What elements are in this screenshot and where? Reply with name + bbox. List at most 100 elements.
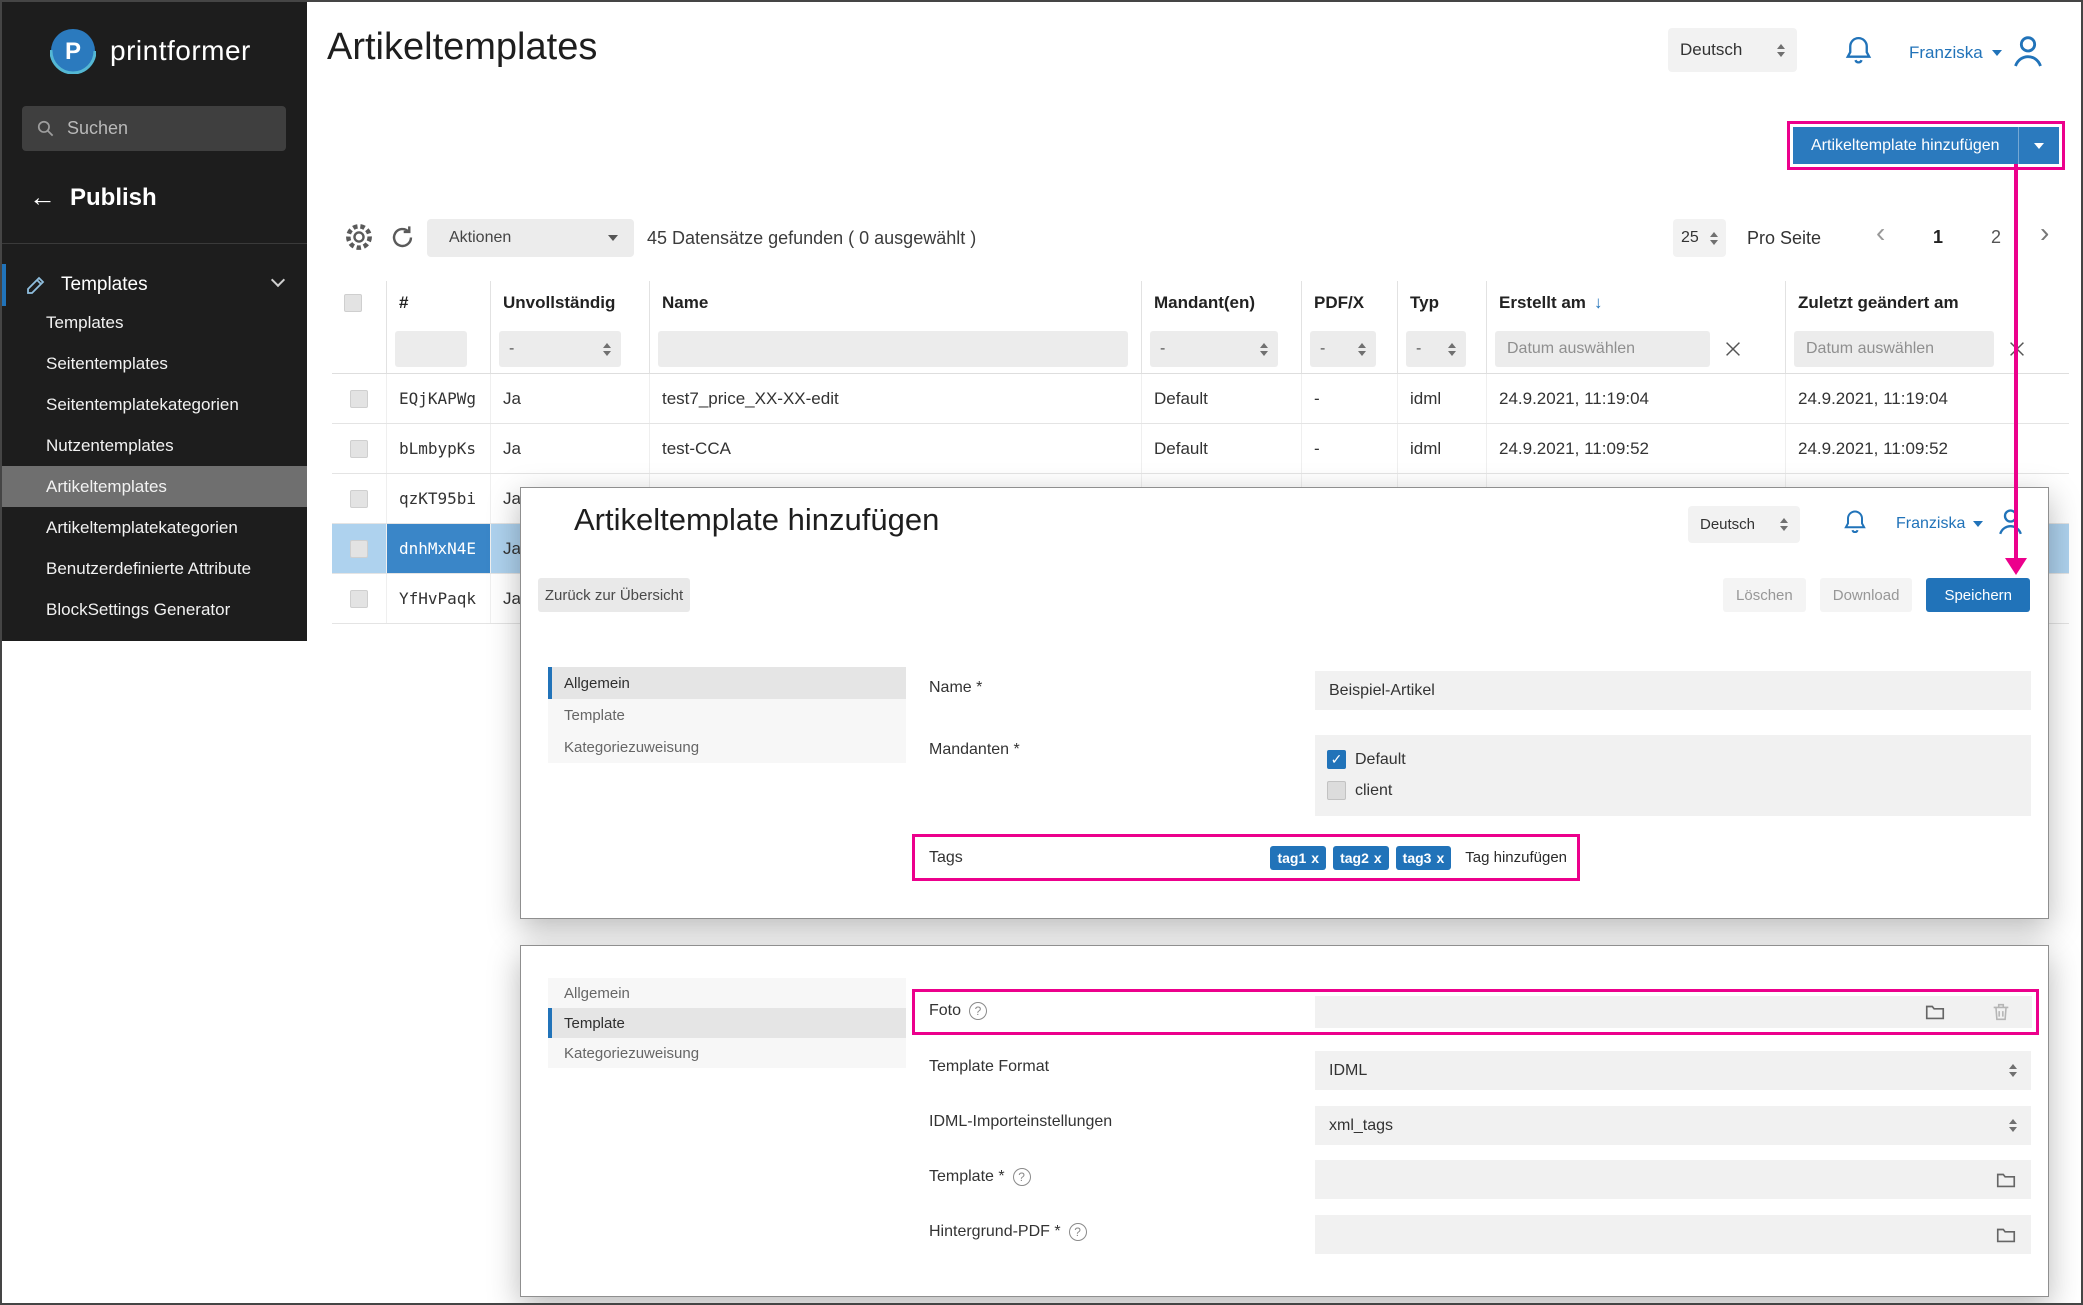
sidebar-back-publish[interactable]: ← Publish	[29, 182, 157, 213]
filter-name-input[interactable]	[658, 331, 1128, 367]
refresh-icon[interactable]	[388, 223, 417, 252]
sidebar-item-blocksettings-generator[interactable]: BlockSettings Generator	[2, 589, 307, 630]
dialog-action-buttons: Löschen Download Speichern	[1723, 578, 2030, 612]
row-checkbox[interactable]	[350, 490, 368, 508]
filter-created-date-input[interactable]: Datum auswählen	[1495, 331, 1710, 367]
help-icon[interactable]: ?	[969, 1002, 987, 1020]
remove-tag-icon[interactable]: x	[1436, 850, 1444, 866]
name-input[interactable]: Beispiel-Artikel	[1315, 671, 2031, 710]
nav-template[interactable]: Template	[548, 699, 906, 731]
sidebar-item-artikeltemplates[interactable]: Artikeltemplates	[2, 466, 307, 507]
caret-down-icon	[1992, 50, 2002, 56]
sidebar-item-seitentemplatekategorien[interactable]: Seitentemplatekategorien	[2, 384, 307, 425]
delete-button[interactable]: Löschen	[1723, 578, 1806, 612]
remove-tag-icon[interactable]: x	[1374, 850, 1382, 866]
clear-date-icon[interactable]	[1722, 338, 1744, 360]
table-row[interactable]: bLmbypKs Ja test-CCA Default - idml 24.9…	[332, 424, 2069, 474]
row-checkbox[interactable]	[350, 440, 368, 458]
row-checkbox[interactable]	[350, 540, 368, 558]
row-id: qzKT95bi	[387, 474, 491, 523]
notifications-bell-icon[interactable]	[1841, 508, 1869, 536]
help-icon[interactable]: ?	[1013, 1168, 1031, 1186]
template-format-label: Template Format	[929, 1058, 1049, 1076]
user-menu[interactable]: Franziska	[1909, 43, 2002, 63]
language-select[interactable]: Deutsch	[1688, 506, 1800, 543]
filter-pdfx-select[interactable]: -	[1310, 331, 1376, 367]
checkbox-checked-icon[interactable]: ✓	[1327, 750, 1346, 769]
tag-chip[interactable]: tag1x	[1270, 846, 1326, 870]
checkbox-unchecked-icon[interactable]	[1327, 781, 1346, 800]
row-id: bLmbypKs	[387, 424, 491, 473]
sidebar-item-benutzerdefinierte-attribute[interactable]: Benutzerdefinierte Attribute	[2, 548, 307, 589]
col-unvollstaendig[interactable]: Unvollständig	[491, 281, 650, 325]
language-select[interactable]: Deutsch	[1668, 28, 1797, 72]
sidebar: P printformer Suchen ← Publish Templates…	[2, 2, 307, 641]
nav-allgemein[interactable]: Allgemein	[548, 978, 906, 1008]
filter-typ-select[interactable]: -	[1406, 331, 1466, 367]
per-page-select[interactable]: 25	[1673, 219, 1726, 257]
folder-icon[interactable]	[1995, 1224, 2017, 1246]
row-checkbox[interactable]	[350, 390, 368, 408]
select-all-checkbox[interactable]	[344, 294, 362, 312]
tag-chip[interactable]: tag2x	[1333, 846, 1389, 870]
caret-down-icon	[608, 235, 618, 241]
nav-kategoriezuweisung[interactable]: Kategoriezuweisung	[548, 731, 906, 763]
col-erstellt-am[interactable]: Erstellt am ↓	[1487, 281, 1786, 325]
sidebar-item-nutzentemplates[interactable]: Nutzentemplates	[2, 425, 307, 466]
sidebar-item-seitentemplates[interactable]: Seitentemplates	[2, 343, 307, 384]
col-mandant[interactable]: Mandant(en)	[1142, 281, 1302, 325]
col-pdfx[interactable]: PDF/X	[1302, 281, 1398, 325]
nav-template[interactable]: Template	[548, 1008, 906, 1038]
pagination-prev-icon[interactable]: ‹	[1876, 217, 1885, 249]
add-tag-button[interactable]: Tag hinzufügen	[1465, 849, 1567, 866]
download-button[interactable]: Download	[1820, 578, 1913, 612]
search-input[interactable]: Suchen	[22, 106, 286, 151]
hintergrund-pdf-input[interactable]	[1315, 1215, 2031, 1254]
trash-icon[interactable]	[1990, 1001, 2012, 1023]
filter-mandant-select[interactable]: -	[1150, 331, 1278, 367]
col-name[interactable]: Name	[650, 281, 1142, 325]
save-button[interactable]: Speichern	[1926, 578, 2030, 612]
pagination-page-2[interactable]: 2	[1991, 227, 2001, 248]
annotation-arrow-line	[2014, 164, 2018, 558]
actions-dropdown[interactable]: Aktionen	[427, 219, 634, 257]
mandant-option-client[interactable]: client	[1327, 775, 2019, 806]
sort-desc-icon[interactable]: ↓	[1594, 293, 1603, 313]
folder-icon[interactable]	[1995, 1169, 2017, 1191]
col-typ[interactable]: Typ	[1398, 281, 1487, 325]
col-zuletzt-geaendert[interactable]: Zuletzt geändert am	[1786, 281, 2069, 325]
foto-upload-input[interactable]	[1315, 996, 2032, 1028]
remove-tag-icon[interactable]: x	[1311, 850, 1319, 866]
table-row[interactable]: EQjKAPWg Ja test7_price_XX-XX-edit Defau…	[332, 374, 2069, 424]
row-checkbox[interactable]	[350, 590, 368, 608]
template-file-input[interactable]	[1315, 1160, 2031, 1199]
user-menu[interactable]: Franziska	[1896, 515, 1983, 533]
pagination-next-icon[interactable]: ›	[2040, 217, 2049, 249]
sidebar-item-templates[interactable]: Templates	[2, 302, 307, 343]
nav-allgemein[interactable]: Allgemein	[548, 667, 906, 699]
sidebar-item-artikeltemplatekategorien[interactable]: Artikeltemplatekategorien	[2, 507, 307, 548]
add-artikeltemplate-button[interactable]: Artikeltemplate hinzufügen	[1793, 127, 2059, 164]
help-icon[interactable]: ?	[1069, 1223, 1087, 1241]
button-dropdown-toggle[interactable]	[2019, 143, 2059, 149]
tag-chip[interactable]: tag3x	[1396, 846, 1452, 870]
col-id[interactable]: #	[387, 281, 491, 325]
header-checkbox-cell	[332, 281, 387, 325]
user-avatar-icon[interactable]	[2008, 31, 2048, 71]
user-avatar-icon[interactable]	[1994, 505, 2027, 538]
settings-gear-icon[interactable]	[343, 221, 375, 253]
idml-import-select[interactable]: xml_tags	[1315, 1106, 2031, 1145]
filter-unvollstaendig-select[interactable]: -	[499, 331, 621, 367]
folder-icon[interactable]	[1924, 1001, 1946, 1023]
back-to-overview-button[interactable]: Zurück zur Übersicht	[538, 578, 690, 612]
template-format-select[interactable]: IDML	[1315, 1051, 2031, 1090]
pagination-page-1[interactable]: 1	[1933, 227, 1943, 248]
filter-id-input[interactable]	[395, 331, 467, 367]
mandant-option-default[interactable]: ✓ Default	[1327, 744, 2019, 775]
nav-kategoriezuweisung[interactable]: Kategoriezuweisung	[548, 1038, 906, 1068]
notifications-bell-icon[interactable]	[1842, 34, 1875, 67]
app-window: P printformer Suchen ← Publish Templates…	[0, 0, 2083, 1305]
filter-modified-date-input[interactable]: Datum auswählen	[1794, 331, 1994, 367]
row-mandant: Default	[1142, 424, 1302, 473]
row-id: YfHvPaqk	[387, 574, 491, 623]
